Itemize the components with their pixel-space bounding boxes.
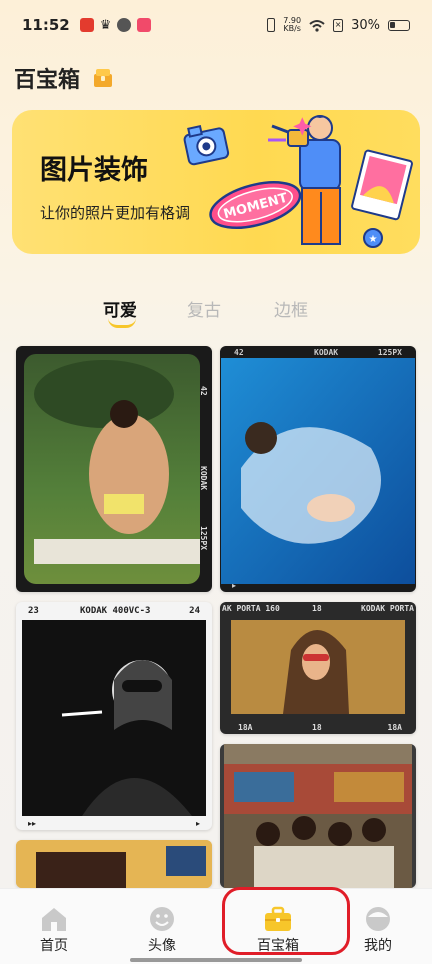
app-pink-icon [137,18,152,32]
battery-icon [388,19,410,31]
film-code: 125PX [377,348,402,357]
photo-woman-pool [221,358,415,584]
polaroid-sticker [351,149,413,221]
film-frame-left: 42 [234,348,244,357]
film-arrow-left: ▸▸ [28,819,37,828]
person-illustration [287,115,341,245]
status-bar: 11:52 ♛ 7.90 KB/s × 30% [0,0,432,50]
gallery-item[interactable]: 42 KODAK 125PX ▸ [220,346,416,592]
film-frame-left: 23 [28,606,39,616]
film-bottom-left: 18A [238,723,253,732]
gallery-item[interactable]: 42 KODAK 125PX [16,346,212,592]
page-title: 百宝箱 [14,62,114,94]
photo-film-strip-partial [16,840,212,888]
highlight-annotation [222,887,350,955]
film-frame-number: 18 [312,604,322,613]
decoration-banner[interactable]: 图片装饰 让你的照片更加有格调 MOMENT ★ [12,110,420,254]
film-brand: KODAK 400VC-3 [80,606,151,616]
photo-woman-smiling-sunset [231,620,405,714]
moment-sticker: MOMENT [209,181,302,229]
no-sim-icon: × [333,18,344,32]
banner-illustration: MOMENT ★ [183,115,413,248]
svg-text:★: ★ [369,234,378,245]
banner-title: 图片装饰 [40,155,148,186]
photo-woman-smoking-bw [22,620,206,816]
treasure-chest-icon [94,69,113,87]
nav-avatar[interactable]: 头像 [108,889,216,964]
tab-border[interactable]: 边框 [274,296,308,321]
home-indicator[interactable] [130,958,302,962]
film-arrow: ▸ [232,581,237,590]
check-circle-icon [117,18,132,32]
profile-icon [366,907,390,931]
film-frame-number: 42 [199,386,208,396]
category-tabs: 可爱 复古 边框 [0,290,432,330]
network-speed: 7.90 KB/s [283,17,301,33]
film-arrow-right: ▸ [195,819,200,828]
camera-icon [183,125,230,166]
smiley-icon [150,907,174,931]
nav-home[interactable]: 首页 [0,889,108,964]
speed-unit: KB/s [283,24,301,33]
home-icon [42,908,66,931]
page-title-text: 百宝箱 [14,68,81,93]
film-frame-left: AK PORTA 160 [222,604,280,613]
wifi-icon [309,19,325,32]
gallery-item[interactable] [16,840,212,888]
vibrate-icon [267,18,276,32]
film-code: 125PX [199,526,208,551]
film-frame-right: 24 [189,606,200,616]
film-brand: KODAK [314,348,339,357]
status-time: 11:52 [22,16,70,34]
status-notification-icons: ♛ [79,17,152,33]
film-brand: KODAK [199,466,208,491]
bottom-navigation: 首页 头像 百宝箱 我的 [0,888,432,964]
gallery-item[interactable]: AK PORTA 160 18 KODAK PORTA 18A 18 18A [220,602,416,734]
tab-retro[interactable]: 复古 [187,296,221,321]
nav-avatar-label: 头像 [148,938,176,954]
photo-group-of-women [224,744,412,888]
gallery-item[interactable] [220,744,416,888]
film-bottom-mid: 18 [312,723,322,732]
photo-woman-reading-lawn [24,354,200,584]
nav-home-label: 首页 [40,938,68,954]
app-red-icon [79,18,94,32]
status-system-icons: 7.90 KB/s × 30% [267,17,410,33]
crown-icon: ♛ [99,17,112,33]
battery-percent: 30% [351,17,380,33]
film-brand: KODAK PORTA [361,604,414,613]
gallery-item[interactable]: 23 KODAK 400VC-3 24 ▸▸ ▸ [16,602,212,830]
film-bottom-right: 18A [387,723,402,732]
